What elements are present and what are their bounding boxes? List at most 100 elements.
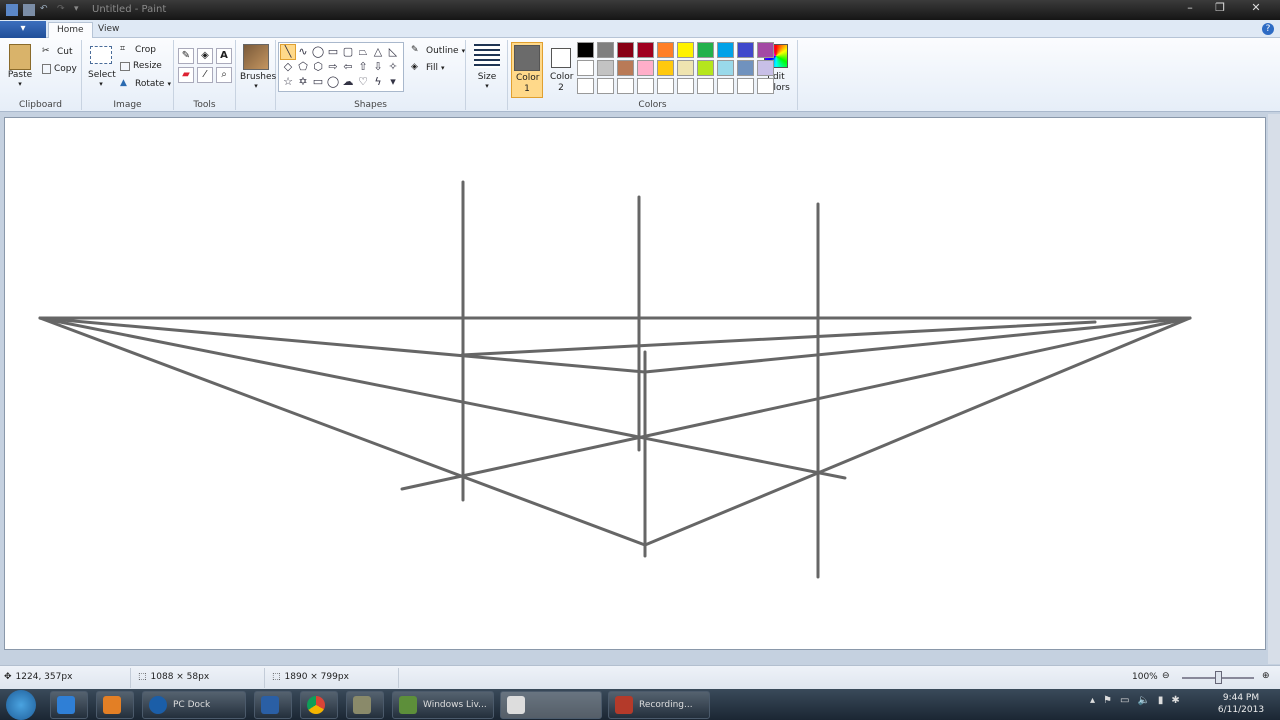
palette-swatch[interactable] (617, 78, 634, 94)
curve-shape-icon[interactable]: ∿ (296, 45, 310, 59)
down-arrow-shape-icon[interactable]: ⇩ (371, 60, 385, 74)
volume-icon[interactable]: 🔈 (1137, 695, 1149, 706)
start-button[interactable] (6, 690, 36, 720)
tab-view[interactable]: View (90, 22, 127, 38)
palette-swatch[interactable] (637, 78, 654, 94)
taskbar-paint[interactable] (500, 691, 602, 719)
size-button[interactable]: Size ▾ (472, 44, 502, 90)
select-button[interactable]: Select ▾ (88, 46, 116, 88)
pencil-icon[interactable]: ✎ (178, 48, 194, 64)
taskbar-recording[interactable]: Recording... (608, 691, 710, 719)
zoom-out-icon[interactable]: ⊖ (1162, 671, 1170, 681)
palette-swatch[interactable] (597, 42, 614, 58)
flag-icon[interactable]: ⚑ (1103, 695, 1112, 706)
maximize-button[interactable]: ❐ (1206, 0, 1234, 16)
heart-shape-icon[interactable]: ♡ (356, 75, 370, 89)
taskbar-mw-app[interactable] (346, 691, 384, 719)
polygon-shape-icon[interactable]: ⏢ (356, 45, 370, 59)
pentagon-shape-icon[interactable]: ⬠ (296, 60, 310, 74)
palette-swatch[interactable] (737, 42, 754, 58)
cut-button[interactable]: ✂ Cut (42, 46, 73, 58)
rounded-rectangle-shape-icon[interactable]: ▢ (341, 45, 355, 59)
magnifier-icon[interactable]: ⌕ (216, 67, 232, 83)
fill-button[interactable]: ◈ Fill ▾ (411, 62, 445, 74)
right-triangle-shape-icon[interactable]: ◺ (386, 45, 400, 59)
palette-swatch[interactable] (737, 78, 754, 94)
paste-button[interactable]: Paste ▾ (6, 44, 34, 88)
palette-swatch[interactable] (757, 60, 774, 76)
outline-button[interactable]: ✎ Outline ▾ (411, 45, 465, 57)
rect-callout-shape-icon[interactable]: ▭ (311, 75, 325, 89)
taskbar-chrome[interactable] (300, 691, 338, 719)
line-shape-icon[interactable]: ╲ (280, 44, 296, 60)
paint-app-icon[interactable] (6, 4, 18, 16)
palette-swatch[interactable] (717, 42, 734, 58)
palette-swatch[interactable] (697, 42, 714, 58)
diamond-shape-icon[interactable]: ◇ (281, 60, 295, 74)
color2-button[interactable]: Color 2 (546, 42, 576, 94)
palette-swatch[interactable] (597, 78, 614, 94)
six-point-star-shape-icon[interactable]: ✡ (296, 75, 310, 89)
paint-menu-button[interactable]: ▾ (0, 21, 46, 38)
copy-button[interactable]: Copy (42, 64, 77, 74)
close-button[interactable]: ✕ (1236, 0, 1276, 16)
palette-swatch[interactable] (677, 60, 694, 76)
palette-swatch[interactable] (717, 60, 734, 76)
vertical-scrollbar[interactable] (1268, 114, 1280, 664)
palette-swatch[interactable] (717, 78, 734, 94)
palette-swatch[interactable] (617, 60, 634, 76)
display-icon[interactable]: ▭ (1120, 695, 1129, 706)
tab-home[interactable]: Home (48, 22, 93, 38)
cloud-callout-shape-icon[interactable]: ☁ (341, 75, 355, 89)
drawing-canvas[interactable] (4, 117, 1266, 650)
help-icon[interactable]: ? (1262, 23, 1274, 35)
resize-button[interactable]: Resize (120, 61, 162, 71)
customize-quick-access-icon[interactable]: ▾ (74, 4, 86, 16)
taskbar-checkmark-app[interactable] (254, 691, 292, 719)
taskbar-media-player[interactable] (96, 691, 134, 719)
text-tool-icon[interactable]: A (216, 48, 232, 64)
rotate-button[interactable]: ▲ Rotate ▾ (120, 78, 171, 90)
undo-icon[interactable]: ↶ (40, 4, 52, 16)
network-signal-icon[interactable]: ▮ (1158, 695, 1164, 706)
lightning-shape-icon[interactable]: ϟ (371, 75, 385, 89)
oval-callout-shape-icon[interactable]: ◯ (326, 75, 340, 89)
redo-icon[interactable]: ↷ (57, 4, 69, 16)
rectangle-shape-icon[interactable]: ▭ (326, 45, 340, 59)
palette-swatch[interactable] (637, 60, 654, 76)
color1-button[interactable]: Color 1 (511, 42, 543, 98)
palette-swatch[interactable] (757, 78, 774, 94)
hexagon-shape-icon[interactable]: ⬡ (311, 60, 325, 74)
left-arrow-shape-icon[interactable]: ⇦ (341, 60, 355, 74)
palette-swatch[interactable] (757, 42, 774, 58)
four-point-star-shape-icon[interactable]: ✧ (386, 60, 400, 74)
palette-swatch[interactable] (577, 42, 594, 58)
palette-swatch[interactable] (677, 78, 694, 94)
crop-button[interactable]: ⌗ Crop (120, 44, 156, 56)
save-icon[interactable] (23, 4, 35, 16)
taskbar-pc-dock[interactable]: PC Dock (142, 691, 246, 719)
palette-swatch[interactable] (737, 60, 754, 76)
palette-swatch[interactable] (657, 60, 674, 76)
taskbar-windows-live[interactable]: Windows Liv... (392, 691, 494, 719)
oval-shape-icon[interactable]: ◯ (311, 45, 325, 59)
minimize-button[interactable]: – (1176, 0, 1204, 16)
fill-bucket-icon[interactable]: ◈ (197, 48, 213, 64)
show-hidden-icons-icon[interactable]: ▴ (1090, 695, 1095, 706)
triangle-shape-icon[interactable]: △ (371, 45, 385, 59)
palette-swatch[interactable] (637, 42, 654, 58)
palette-swatch[interactable] (577, 60, 594, 76)
right-arrow-shape-icon[interactable]: ⇨ (326, 60, 340, 74)
taskbar-ie[interactable] (50, 691, 88, 719)
eraser-icon[interactable]: ▰ (178, 67, 194, 83)
palette-swatch[interactable] (657, 78, 674, 94)
palette-swatch[interactable] (657, 42, 674, 58)
brushes-button[interactable]: Brushes ▾ (240, 44, 276, 90)
up-arrow-shape-icon[interactable]: ⇧ (356, 60, 370, 74)
palette-swatch[interactable] (697, 60, 714, 76)
zoom-slider-thumb[interactable] (1215, 671, 1222, 684)
palette-swatch[interactable] (577, 78, 594, 94)
palette-swatch[interactable] (617, 42, 634, 58)
palette-swatch[interactable] (677, 42, 694, 58)
zoom-in-icon[interactable]: ⊕ (1262, 671, 1270, 681)
